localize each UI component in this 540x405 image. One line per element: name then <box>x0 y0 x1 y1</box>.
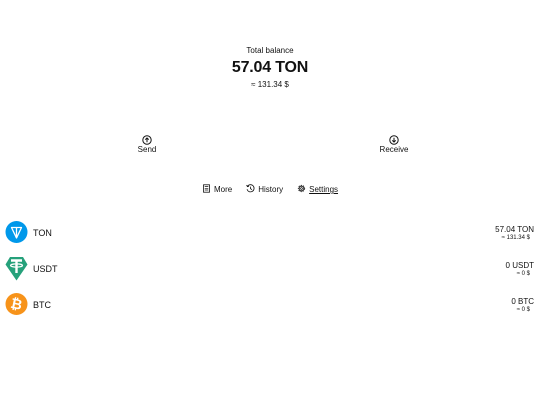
usdt-logo-icon <box>5 253 28 283</box>
asset-name: TON <box>33 228 52 238</box>
settings-label: Settings <box>309 185 339 194</box>
gear-icon <box>297 184 306 195</box>
send-button[interactable]: Send <box>117 132 177 154</box>
asset-row-usdt[interactable]: USDT 0 USDT ≈ 0 $ <box>5 253 535 285</box>
more-label: More <box>213 185 233 194</box>
wallet-links: More History Settings <box>0 184 540 195</box>
document-list-icon <box>202 184 211 195</box>
asset-amount: 0 USDT <box>505 261 534 270</box>
btc-logo-icon: ₿ <box>5 289 28 319</box>
asset-row-btc[interactable]: ₿ BTC 0 BTC ≈ 0 $ <box>5 289 535 321</box>
asset-amount: 57.04 TON <box>495 225 534 234</box>
total-balance-title: Total balance <box>246 46 294 55</box>
settings-link[interactable]: Settings <box>297 184 338 195</box>
arrow-up-circle-icon <box>142 132 152 145</box>
asset-fiat-value: ≈ 0 $ <box>516 307 530 313</box>
send-label: Send <box>137 145 157 154</box>
asset-fiat-value: ≈ 131.34 $ <box>501 235 530 241</box>
total-balance-amount: 57.04 TON <box>231 59 309 76</box>
arrow-down-circle-icon <box>389 132 399 145</box>
asset-row-ton[interactable]: TON 57.04 TON ≈ 131.34 $ <box>5 217 535 249</box>
ton-logo-icon <box>5 217 28 247</box>
receive-button[interactable]: Receive <box>364 132 424 154</box>
asset-amount: 0 BTC <box>511 297 534 306</box>
history-icon <box>246 184 255 195</box>
receive-label: Receive <box>379 145 409 154</box>
total-balance-fiat: ≈ 131.34 $ <box>251 80 289 89</box>
more-link[interactable]: More <box>202 184 232 195</box>
history-link[interactable]: History <box>246 184 283 195</box>
asset-fiat-value: ≈ 0 $ <box>516 271 530 277</box>
wallet-page: Total balance 57.04 TON ≈ 131.34 $ Send … <box>0 0 540 405</box>
asset-name: BTC <box>33 300 51 310</box>
asset-name: USDT <box>33 264 58 274</box>
history-label: History <box>258 185 284 194</box>
